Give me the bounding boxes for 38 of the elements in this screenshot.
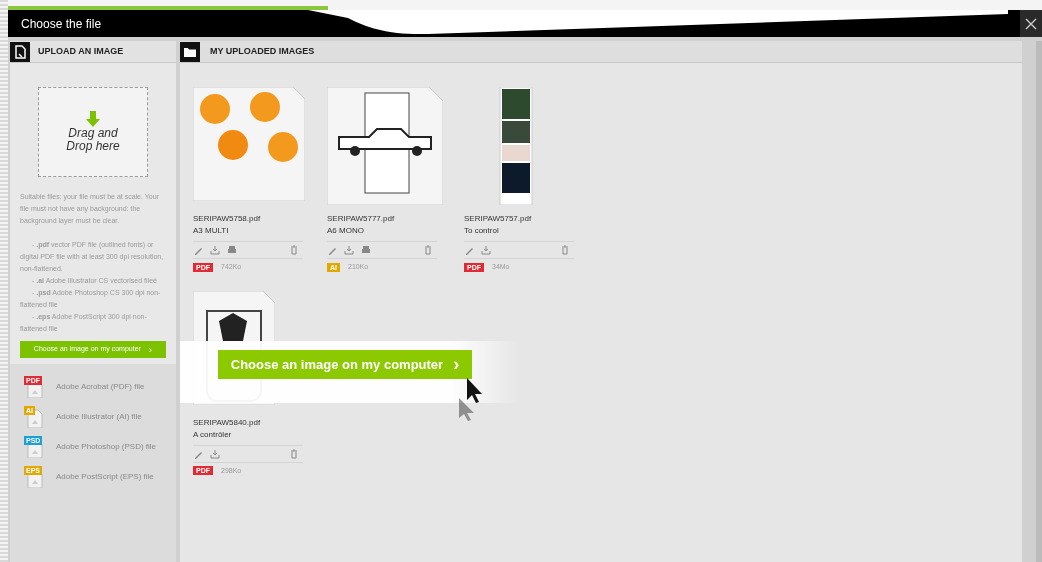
panel-title: UPLOAD AN IMAGE [38, 44, 124, 58]
file-name: SERIPAW5777.pdf [327, 213, 396, 225]
file-note: To control [464, 225, 500, 237]
pencil-icon[interactable] [327, 245, 337, 255]
trash-icon[interactable] [289, 245, 299, 255]
file-name: SERIPAW5757.pdf [464, 213, 533, 225]
choose-image-button[interactable]: Choose an image on my computer › [218, 350, 472, 379]
down-arrow-icon [86, 111, 100, 127]
download-icon[interactable] [210, 448, 220, 459]
file-note: A3 MULTI [193, 225, 230, 237]
printer-icon[interactable] [227, 245, 237, 255]
close-button[interactable] [1020, 10, 1042, 37]
panel-title: MY UPLOADED IMAGES [210, 44, 315, 58]
trash-icon[interactable] [423, 245, 433, 255]
file-thumbnail[interactable] [327, 87, 443, 205]
file-type-label: Adobe Photoshop (PSD) file [56, 441, 157, 453]
file-type-label: Adobe Illustrator (AI) file [56, 411, 142, 423]
download-icon[interactable] [481, 245, 491, 255]
file-type-label: Adobe PostScript (EPS) file [56, 471, 154, 483]
download-icon[interactable] [344, 245, 354, 255]
file-name: SERIPAW5840.pdf [193, 416, 262, 429]
window-title: Choose the file [21, 15, 102, 33]
drop-zone-label: Drag and Drop here [65, 127, 121, 153]
trash-icon[interactable] [560, 245, 570, 255]
file-note: A contrôler [193, 428, 233, 441]
close-icon [1025, 17, 1037, 30]
download-icon[interactable] [210, 245, 220, 255]
printer-icon[interactable] [361, 245, 371, 255]
trash-icon[interactable] [289, 448, 299, 459]
upload-image-icon [10, 41, 30, 62]
file-icon [26, 408, 44, 428]
pencil-icon[interactable] [464, 245, 474, 255]
file-type-label: Adobe Acrobat (PDF) file [56, 381, 145, 393]
folder-icon [180, 41, 200, 62]
pencil-icon[interactable] [193, 245, 203, 255]
file-note: A6 MONO [327, 225, 365, 237]
drop-zone[interactable]: Drag and Drop here [38, 87, 148, 177]
file-name: SERIPAW5758.pdf [193, 213, 262, 225]
